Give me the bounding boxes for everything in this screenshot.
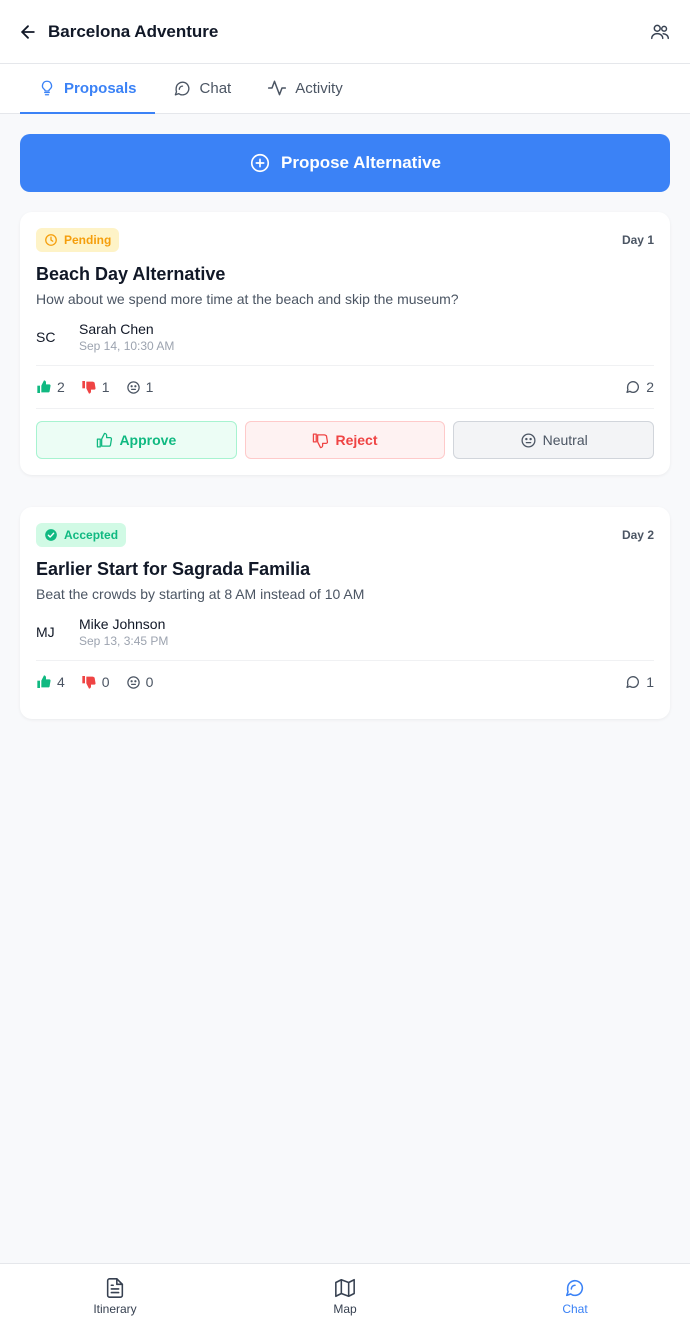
- author-row: MJ Mike Johnson Sep 13, 3:45 PM: [36, 616, 654, 648]
- propose-button-label: Propose Alternative: [281, 153, 441, 172]
- thumbs-down-icon: [81, 674, 97, 690]
- vote-actions: Approve Reject Neutral: [36, 421, 655, 459]
- status-label: Pending: [64, 233, 112, 247]
- bottom-nav: Itinerary Map Chat: [0, 1263, 690, 1328]
- approve-count: 2: [36, 379, 65, 395]
- timestamp: Sep 13, 3:45 PM: [79, 634, 169, 648]
- reject-count: 1: [81, 379, 110, 395]
- plus-circle-icon: [249, 152, 271, 174]
- reject-button[interactable]: Reject: [244, 421, 446, 459]
- author-name: Sarah Chen: [79, 321, 154, 337]
- tab-label: Activity: [295, 79, 343, 97]
- avatar: SC: [36, 329, 56, 345]
- comment-icon: [625, 379, 641, 395]
- chat-bubble-icon: [173, 79, 192, 98]
- thumbs-up-icon: [36, 379, 52, 395]
- status-label: Accepted: [64, 528, 119, 542]
- status-badge: Accepted: [36, 523, 127, 547]
- reject-count-value: 0: [101, 674, 110, 690]
- neutral-face-icon: [126, 380, 141, 395]
- divider: [36, 408, 654, 409]
- tab-activity[interactable]: Activity: [249, 64, 361, 114]
- nav-map[interactable]: Map: [230, 1264, 460, 1328]
- check-circle-icon: [44, 528, 58, 542]
- reject-label: Reject: [335, 432, 378, 448]
- tab-label: Proposals: [64, 79, 137, 97]
- tab-label: Chat: [199, 79, 232, 97]
- avatar: MJ: [36, 624, 55, 640]
- neutral-count: 1: [126, 379, 154, 395]
- comments-count-value: 2: [646, 379, 654, 395]
- tab-chat[interactable]: Chat: [155, 64, 250, 114]
- timestamp: Sep 14, 10:30 AM: [79, 339, 175, 353]
- vote-stats: 4 0 0 1: [36, 661, 654, 703]
- clock-icon: [44, 233, 58, 247]
- tab-bar: Proposals Chat Activity: [0, 64, 690, 114]
- comments-count[interactable]: 1: [625, 674, 654, 690]
- document-icon: [104, 1277, 126, 1299]
- nav-chat[interactable]: Chat: [460, 1264, 690, 1328]
- thumbs-up-icon: [36, 674, 52, 690]
- approve-button[interactable]: Approve: [36, 421, 237, 459]
- neutral-button[interactable]: Neutral: [453, 421, 655, 459]
- neutral-face-icon: [126, 675, 141, 690]
- header-left: Barcelona Adventure: [16, 20, 218, 44]
- map-icon: [333, 1277, 357, 1299]
- page-title: Barcelona Adventure: [48, 21, 219, 41]
- neutral-count-value: 1: [145, 379, 154, 395]
- back-arrow-icon[interactable]: [16, 20, 40, 44]
- comment-icon: [625, 674, 641, 690]
- propose-alternative-button[interactable]: Propose Alternative: [20, 134, 670, 192]
- main-content: Propose Alternative Pending Day 1 Beach …: [0, 114, 690, 719]
- tab-proposals[interactable]: Proposals: [20, 64, 155, 114]
- proposal-card: Accepted Day 2 Earlier Start for Sagrada…: [20, 507, 670, 719]
- day-label: Day 1: [621, 233, 654, 247]
- approve-count-value: 4: [57, 674, 65, 690]
- proposal-title: Earlier Start for Sagrada Familia: [36, 559, 311, 579]
- comments-count[interactable]: 2: [625, 379, 654, 395]
- group-members-icon[interactable]: [648, 20, 672, 44]
- neutral-label: Neutral: [542, 432, 588, 448]
- reject-count: 0: [81, 674, 110, 690]
- proposal-description: Beat the crowds by starting at 8 AM inst…: [36, 586, 365, 602]
- chat-bubble-icon: [564, 1277, 586, 1299]
- nav-itinerary[interactable]: Itinerary: [0, 1264, 230, 1328]
- author-row: SC Sarah Chen Sep 14, 10:30 AM: [36, 321, 654, 353]
- proposal-card: Pending Day 1 Beach Day Alternative How …: [20, 212, 670, 475]
- app-header: Barcelona Adventure: [0, 0, 690, 64]
- status-badge: Pending: [36, 228, 120, 252]
- vote-stats: 2 1 1 2: [36, 366, 654, 408]
- proposal-description: How about we spend more time at the beac…: [36, 291, 459, 307]
- neutral-count: 0: [126, 674, 154, 690]
- nav-label: Itinerary: [93, 1301, 137, 1316]
- approve-label: Approve: [119, 432, 177, 448]
- nav-label: Map: [333, 1301, 357, 1316]
- author-name: Mike Johnson: [79, 616, 166, 632]
- thumbs-down-icon: [312, 432, 329, 449]
- comments-count-value: 1: [646, 674, 654, 690]
- day-label: Day 2: [621, 528, 654, 542]
- lightbulb-icon: [38, 79, 56, 97]
- proposal-title: Beach Day Alternative: [36, 264, 226, 284]
- thumbs-down-icon: [81, 379, 97, 395]
- approve-count: 4: [36, 674, 65, 690]
- neutral-count-value: 0: [145, 674, 154, 690]
- nav-label: Chat: [562, 1301, 588, 1316]
- neutral-face-icon: [520, 432, 537, 449]
- activity-icon: [267, 78, 287, 98]
- reject-count-value: 1: [101, 379, 110, 395]
- approve-count-value: 2: [57, 379, 65, 395]
- thumbs-up-icon: [96, 432, 113, 449]
